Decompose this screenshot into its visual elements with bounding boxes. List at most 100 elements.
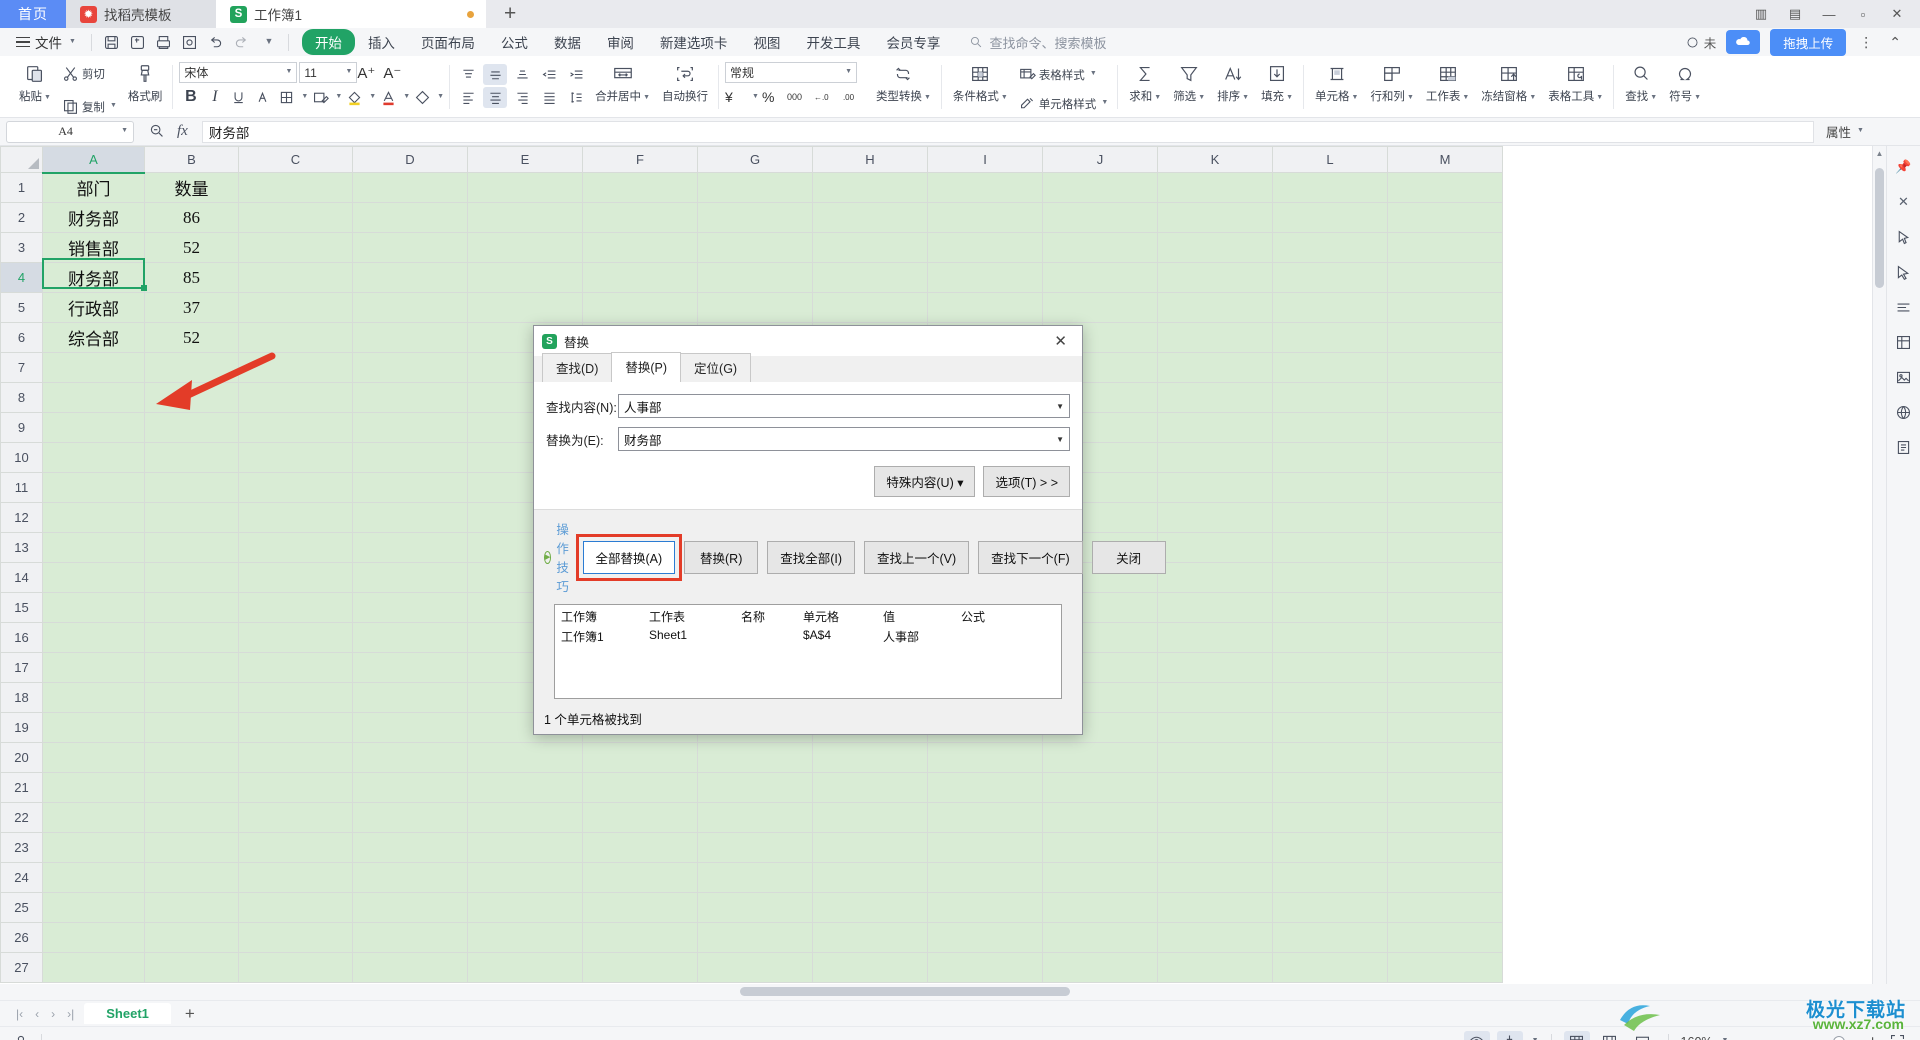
- table-row[interactable]: 5 行政部 37: [0, 292, 1503, 323]
- cell-J24[interactable]: [1042, 862, 1158, 893]
- row-header-15[interactable]: 15: [0, 592, 43, 623]
- type-convert-button[interactable]: 类型转换 ▼: [871, 59, 936, 106]
- cell-M13[interactable]: [1387, 532, 1503, 563]
- cell-D21[interactable]: [352, 772, 468, 803]
- cell-B23[interactable]: [144, 832, 239, 863]
- zoom-in-button[interactable]: +: [1868, 1033, 1877, 1040]
- cell-E5[interactable]: [467, 292, 583, 323]
- cell-C26[interactable]: [238, 922, 353, 953]
- table-row[interactable]: 25: [0, 892, 1503, 923]
- align-middle-icon[interactable]: [483, 64, 508, 85]
- decrease-decimal-icon[interactable]: .00: [843, 93, 869, 102]
- cell-D5[interactable]: [352, 292, 468, 323]
- cell-D8[interactable]: [352, 382, 468, 413]
- cell-J1[interactable]: [1042, 172, 1158, 203]
- cell-H23[interactable]: [812, 832, 928, 863]
- font-color-icon[interactable]: [377, 86, 400, 108]
- cell-D7[interactable]: [352, 352, 468, 383]
- cell-L9[interactable]: [1272, 412, 1388, 443]
- cell-A17[interactable]: [42, 652, 145, 683]
- cell-K15[interactable]: [1157, 592, 1273, 623]
- cell-F5[interactable]: [582, 292, 698, 323]
- cell-K1[interactable]: [1157, 172, 1273, 203]
- cell-L1[interactable]: [1272, 172, 1388, 203]
- cell-K2[interactable]: [1157, 202, 1273, 233]
- cell-D3[interactable]: [352, 232, 468, 263]
- cell-K3[interactable]: [1157, 232, 1273, 263]
- column-header-H[interactable]: H: [812, 146, 928, 173]
- cell-D9[interactable]: [352, 412, 468, 443]
- row-header-9[interactable]: 9: [0, 412, 43, 443]
- cell-K7[interactable]: [1157, 352, 1273, 383]
- cell-M3[interactable]: [1387, 232, 1503, 263]
- redo-icon[interactable]: [229, 30, 255, 54]
- customize-quick-access-icon[interactable]: ▼: [255, 30, 281, 54]
- cell-K27[interactable]: [1157, 952, 1273, 983]
- drag-upload-button[interactable]: 拖拽上传: [1770, 28, 1847, 56]
- cell-L13[interactable]: [1272, 532, 1388, 563]
- cell-F3[interactable]: [582, 232, 698, 263]
- add-sheet-button[interactable]: +: [171, 1004, 209, 1024]
- cell-H1[interactable]: [812, 172, 928, 203]
- last-sheet-icon[interactable]: ›|: [67, 1007, 74, 1021]
- cell-J3[interactable]: [1042, 232, 1158, 263]
- rows-cols-button[interactable]: 行和列 ▼: [1365, 59, 1418, 106]
- cell-E20[interactable]: [467, 742, 583, 773]
- cell-L16[interactable]: [1272, 622, 1388, 653]
- cell-K6[interactable]: [1157, 322, 1273, 353]
- tab-home[interactable]: 首页: [0, 0, 66, 28]
- table-tools-button[interactable]: 表格工具 ▼: [1543, 59, 1608, 106]
- cell-M26[interactable]: [1387, 922, 1503, 953]
- cell-F24[interactable]: [582, 862, 698, 893]
- cell-E27[interactable]: [467, 952, 583, 983]
- row-header-7[interactable]: 7: [0, 352, 43, 383]
- zoom-level-label[interactable]: 160%: [1681, 1035, 1713, 1040]
- italic-button[interactable]: I: [203, 86, 226, 108]
- table-row[interactable]: 23: [0, 832, 1503, 863]
- cell-C10[interactable]: [238, 442, 353, 473]
- ribbon-tab-view[interactable]: 视图: [740, 29, 793, 55]
- cell-K16[interactable]: [1157, 622, 1273, 653]
- cell-B11[interactable]: [144, 472, 239, 503]
- cell-L12[interactable]: [1272, 502, 1388, 533]
- column-header-E[interactable]: E: [467, 146, 583, 173]
- cell-K14[interactable]: [1157, 562, 1273, 593]
- dialog-tab-replace[interactable]: 替换(P): [611, 352, 682, 382]
- row-header-16[interactable]: 16: [0, 622, 43, 653]
- collaborate-icon[interactable]: ⋮: [1856, 34, 1876, 51]
- minimize-button[interactable]: —: [1812, 0, 1846, 28]
- cell-E26[interactable]: [467, 922, 583, 953]
- cell-G4[interactable]: [697, 262, 813, 293]
- cell-M9[interactable]: [1387, 412, 1503, 443]
- cell-J27[interactable]: [1042, 952, 1158, 983]
- chevron-down-icon[interactable]: ▼: [121, 127, 128, 134]
- ribbon-tab-insert[interactable]: 插入: [355, 29, 408, 55]
- save-as-icon[interactable]: [125, 30, 151, 54]
- cell-B3[interactable]: 52: [144, 232, 239, 263]
- cell-F26[interactable]: [582, 922, 698, 953]
- chevron-down-icon[interactable]: ▼: [335, 93, 342, 100]
- cell-J22[interactable]: [1042, 802, 1158, 833]
- fill-color-icon[interactable]: [343, 86, 366, 108]
- chevron-down-icon[interactable]: ▼: [1056, 402, 1064, 411]
- cell-A20[interactable]: [42, 742, 145, 773]
- table-panel-icon[interactable]: [1893, 331, 1915, 353]
- cell-M20[interactable]: [1387, 742, 1503, 773]
- cut-button[interactable]: 剪切: [58, 63, 121, 84]
- cell-F1[interactable]: [582, 172, 698, 203]
- cell-A15[interactable]: [42, 592, 145, 623]
- row-header-5[interactable]: 5: [0, 292, 43, 323]
- cell-C9[interactable]: [238, 412, 353, 443]
- cell-L6[interactable]: [1272, 322, 1388, 353]
- cell-M2[interactable]: [1387, 202, 1503, 233]
- cell-K5[interactable]: [1157, 292, 1273, 323]
- cell-C27[interactable]: [238, 952, 353, 983]
- cell-C2[interactable]: [238, 202, 353, 233]
- row-header-14[interactable]: 14: [0, 562, 43, 593]
- cell-E25[interactable]: [467, 892, 583, 923]
- horizontal-scroll-track[interactable]: [0, 984, 1920, 1000]
- cell-J21[interactable]: [1042, 772, 1158, 803]
- page-break-icon[interactable]: [1630, 1031, 1656, 1040]
- ribbon-tab-review[interactable]: 审阅: [594, 29, 647, 55]
- cell-L18[interactable]: [1272, 682, 1388, 713]
